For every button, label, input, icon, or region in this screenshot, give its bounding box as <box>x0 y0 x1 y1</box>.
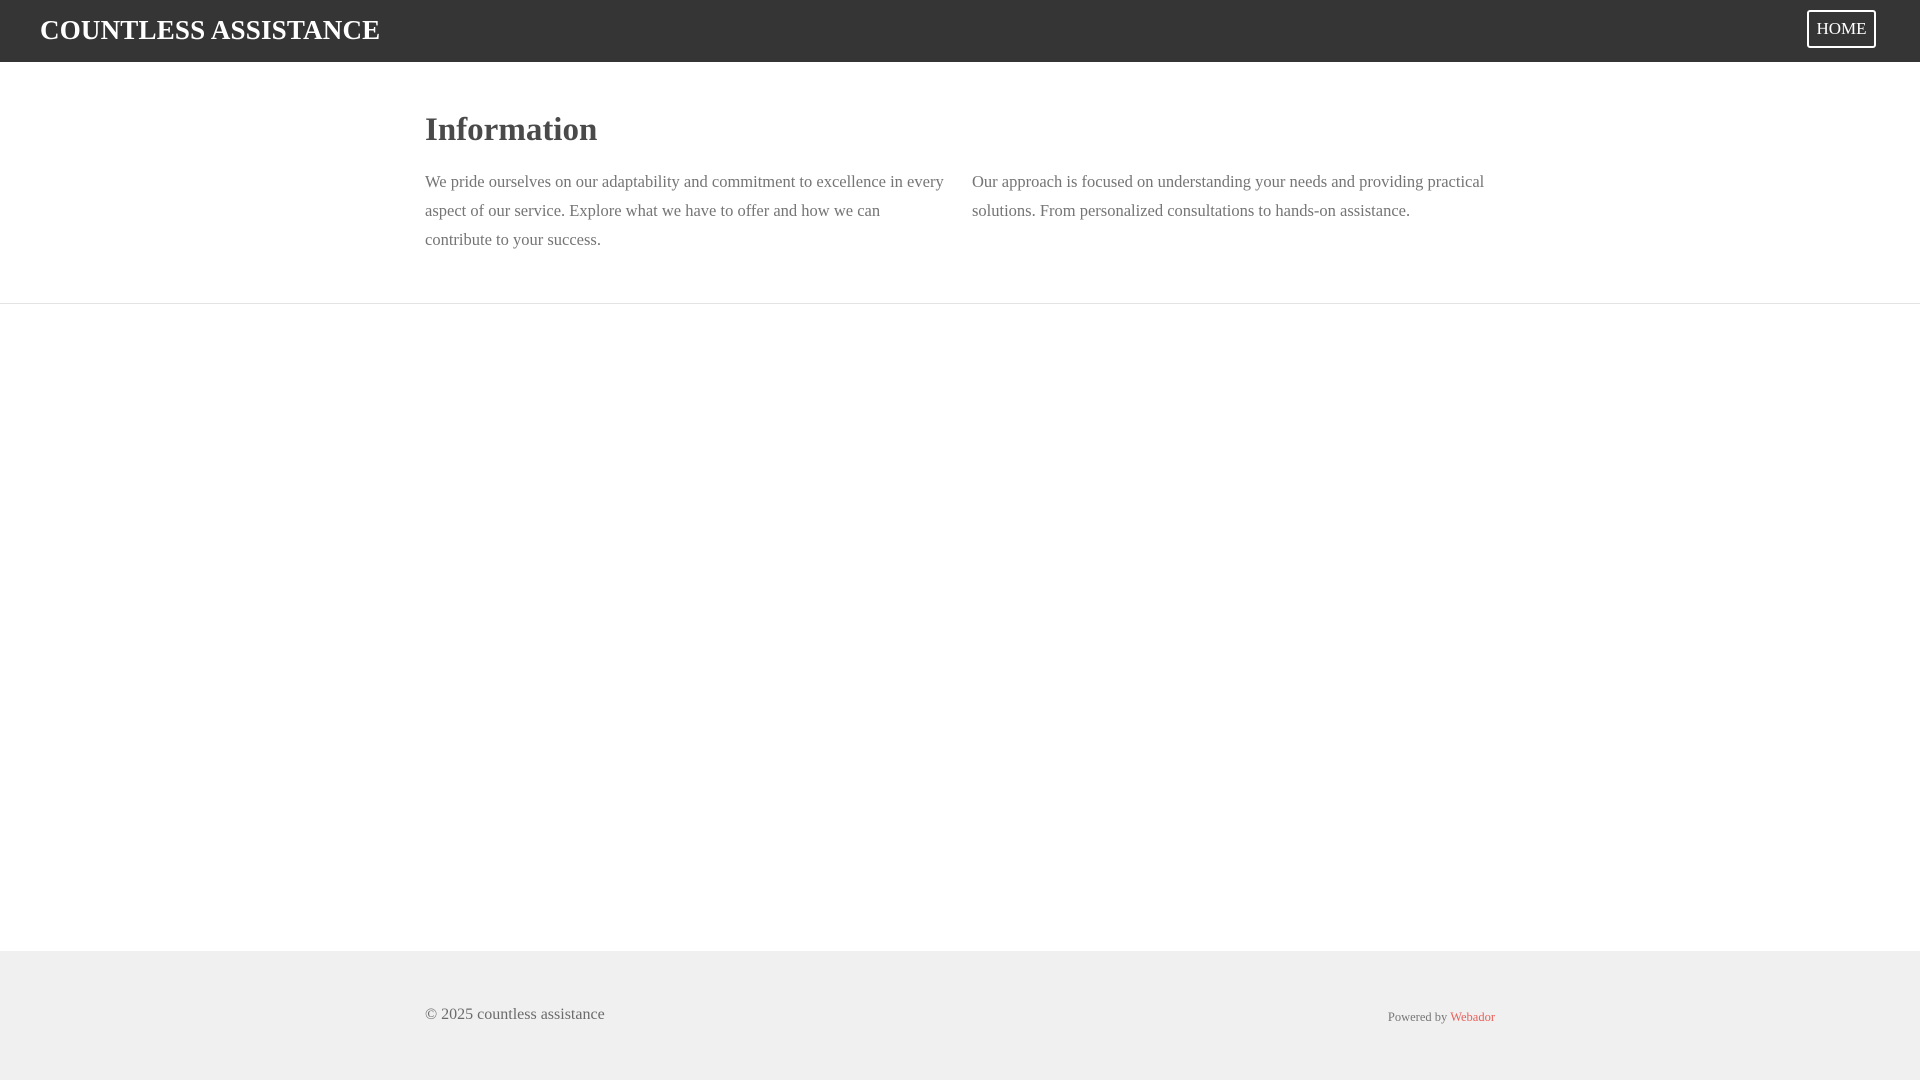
copyright-text: © 2025 countless assistance <box>425 1006 605 1023</box>
info-text-left: We pride ourselves on our adaptability a… <box>425 172 944 249</box>
powered-by: Powered by Webador <box>1388 1008 1495 1026</box>
information-section: Information We pride ourselves on our ad… <box>0 62 1920 304</box>
info-text-right: Our approach is focused on understanding… <box>972 172 1485 220</box>
section-title: Information <box>425 112 598 148</box>
site-brand-link[interactable]: COUNTLESS ASSISTANCE <box>40 13 380 47</box>
webador-link[interactable]: Webador <box>1450 1010 1495 1024</box>
nav-home-button[interactable]: HOME <box>1807 10 1876 48</box>
site-footer: © 2025 countless assistance Powered by W… <box>0 951 1920 1080</box>
powered-by-prefix: Powered by <box>1387 1010 1448 1024</box>
site-header: COUNTLESS ASSISTANCE HOME <box>0 0 1920 62</box>
